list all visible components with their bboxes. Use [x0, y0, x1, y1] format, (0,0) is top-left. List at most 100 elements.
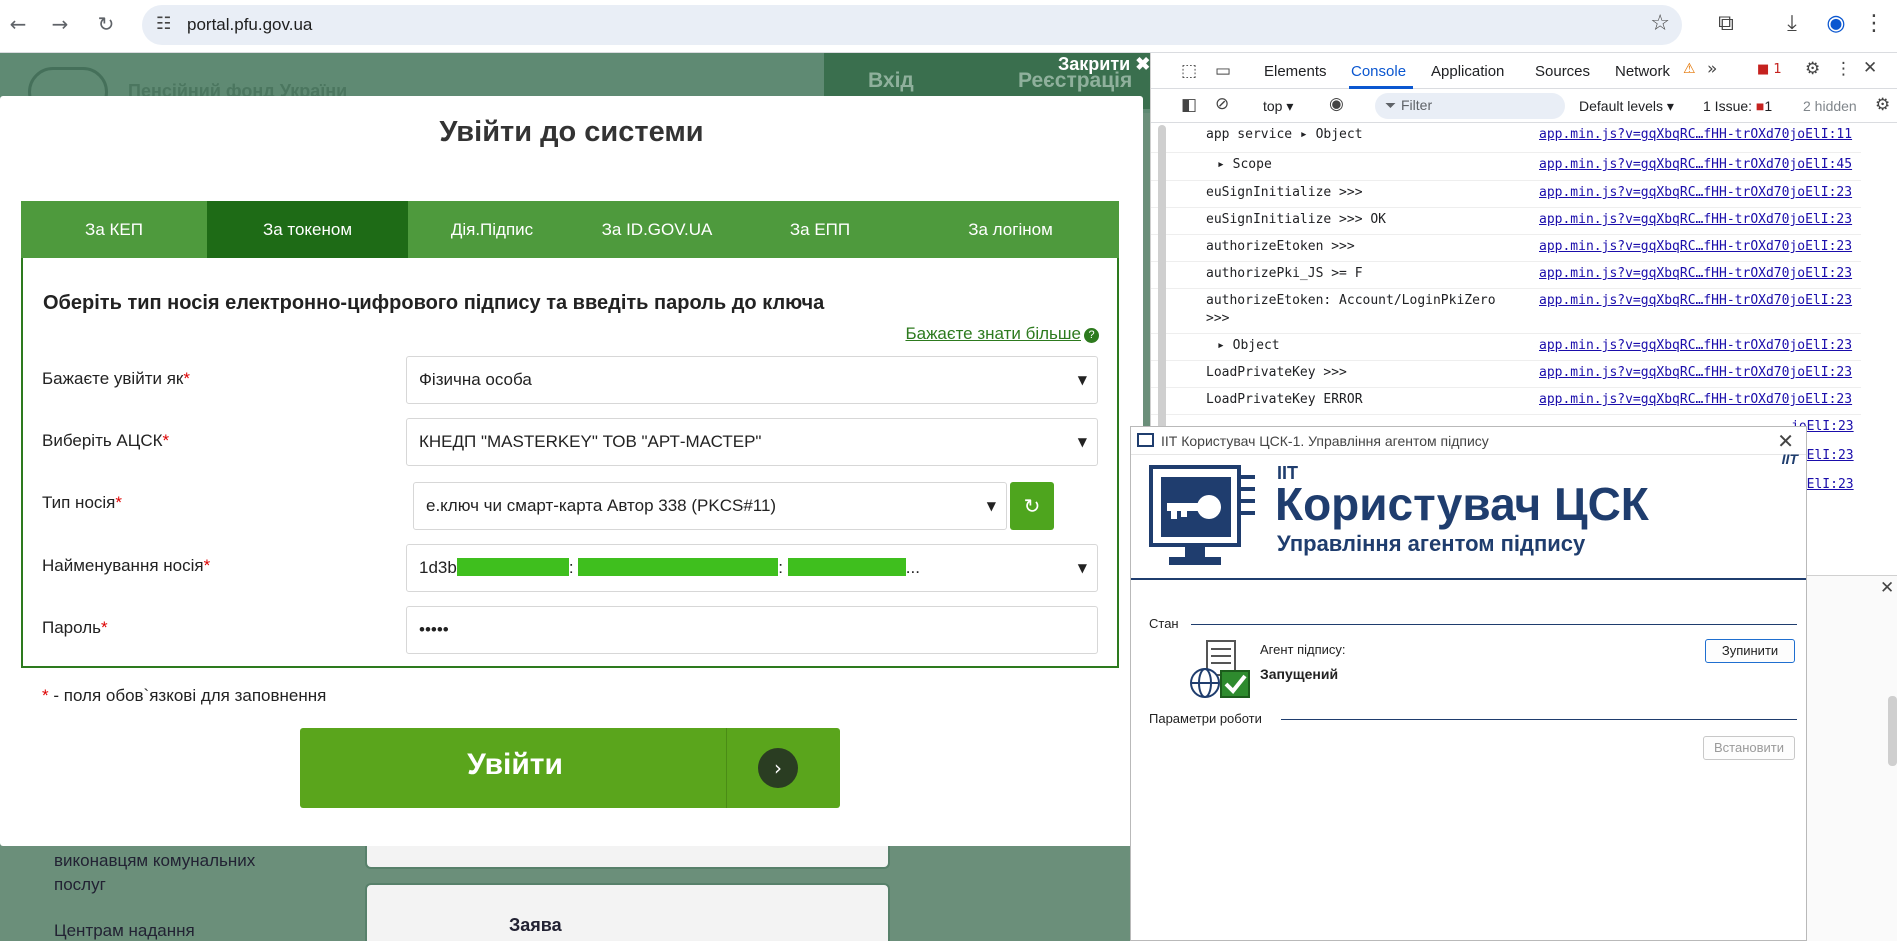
issue-badge-count: 1 — [1773, 62, 1782, 77]
drawer-scrollbar[interactable] — [1888, 696, 1897, 766]
browser-menu-icon[interactable]: ⋮ — [1860, 10, 1888, 38]
log-source-link[interactable]: app.min.js?v=gqXbqRC…fHH-trOXd70joElI:23 — [1539, 365, 1852, 380]
ellipsis: ... — [905, 558, 920, 577]
log-source-link[interactable]: app.min.js?v=gqXbqRC…fHH-trOXd70joElI:23 — [1539, 239, 1852, 254]
filter-placeholder: Filter — [1401, 97, 1433, 113]
more-tabs-icon[interactable]: » — [1707, 59, 1717, 79]
devtools-tabs: ⬚ ▭ Elements Console Application Sources… — [1151, 53, 1897, 89]
log-message: euSignInitialize >>> OK — [1206, 212, 1387, 227]
media-type-label-text: Тип носія — [42, 493, 116, 512]
submit-login-button[interactable]: Увійти › — [300, 728, 840, 808]
log-message[interactable]: ▸ Object — [1217, 338, 1280, 353]
close-devtools-icon[interactable]: ✕ — [1863, 58, 1877, 78]
downloads-icon[interactable]: ⤓ — [1778, 10, 1806, 38]
issues-text: 1 Issue: — [1703, 98, 1753, 114]
browser-toolbar: ← → ↻ ☷ portal.pfu.gov.ua ☆ ⧉ ⤓ ◉ ⋮ — [0, 0, 1897, 53]
tab-elements[interactable]: Elements — [1264, 63, 1327, 80]
tab-token[interactable]: За токеном — [207, 201, 408, 258]
sidebar-toggle-icon[interactable]: ◧ — [1181, 95, 1197, 115]
tab-sources[interactable]: Sources — [1535, 63, 1590, 80]
log-message: authorizeEtoken >>> — [1206, 239, 1355, 254]
log-source-link[interactable]: app.min.js?v=gqXbqRC…fHH-trOXd70joElI:23 — [1539, 212, 1852, 227]
clear-console-icon[interactable]: ⊘ — [1215, 94, 1229, 114]
media-name-select[interactable]: 1d3b: : ... ▼ — [406, 544, 1098, 592]
devtools-menu-icon[interactable]: ⋮ — [1835, 59, 1852, 79]
issue-badge[interactable]: ■ 1 — [1757, 62, 1782, 77]
iit-titlebar[interactable]: ІІТ Користувач ЦСК-1. Управління агентом… — [1131, 427, 1806, 455]
log-entry: ▸ Object app.min.js?v=gqXbqRC…fHH-trOXd7… — [1151, 334, 1861, 361]
bookmark-star-icon[interactable]: ☆ — [1650, 11, 1670, 36]
log-levels-select[interactable]: Default levels ▾ — [1579, 98, 1674, 115]
close-modal-button[interactable]: Закрити ✖ — [1058, 54, 1150, 75]
card-title: Заява — [509, 915, 562, 935]
sidebar-item-centers[interactable]: Центрам надання — [54, 919, 304, 941]
console-filter-input[interactable]: ⏷ Filter — [1375, 93, 1565, 119]
submit-label: Увійти — [467, 748, 563, 781]
tab-console[interactable]: Console — [1351, 63, 1406, 80]
tab-application[interactable]: Application — [1431, 63, 1504, 80]
back-icon[interactable]: ← — [6, 12, 30, 36]
eye-icon[interactable]: ◉ — [1329, 94, 1344, 114]
iit-window-title: ІІТ Користувач ЦСК-1. Управління агентом… — [1161, 433, 1489, 449]
tab-diia[interactable]: Дія.Підпис — [408, 201, 576, 258]
content-card[interactable]: Заява — [365, 883, 890, 941]
tab-network[interactable]: Network — [1615, 63, 1670, 80]
log-source-link[interactable]: app.min.js?v=gqXbqRC…fHH-trOXd70joElI:23 — [1539, 338, 1852, 353]
acsk-label: Виберіть АЦСК* — [42, 431, 170, 450]
log-entry: LoadPrivateKey >>> app.min.js?v=gqXbqRC…… — [1151, 361, 1861, 388]
log-message[interactable]: app service ▸ Object — [1206, 127, 1363, 142]
tab-id-gov[interactable]: За ID.GOV.UA — [576, 201, 738, 258]
log-source-link[interactable]: app.min.js?v=gqXbqRC…fHH-trOXd70joElI:45 — [1539, 157, 1852, 172]
log-source-link[interactable]: app.min.js?v=gqXbqRC…fHH-trOXd70joElI:23 — [1539, 266, 1852, 281]
tab-kep[interactable]: За КЕП — [21, 201, 207, 258]
log-message: authorizeEtoken: Account/LoginPkiZero — [1206, 293, 1496, 308]
agent-label: Агент підпису: — [1260, 642, 1346, 657]
log-source-link[interactable]: app.min.js?v=gqXbqRC…fHH-trOXd70joElI:23 — [1539, 185, 1852, 200]
log-message[interactable]: ▸ Scope — [1217, 157, 1272, 172]
log-source-link[interactable]: app.min.js?v=gqXbqRC…fHH-trOXd70joElI:23 — [1539, 392, 1852, 407]
sidebar-item-utilities[interactable]: виконавцям комунальних послуг — [54, 849, 304, 897]
tab-login[interactable]: За логіном — [902, 201, 1119, 258]
media-name-label: Найменування носія* — [42, 556, 211, 575]
password-input[interactable]: ••••• — [406, 606, 1098, 654]
media-name-prefix: 1d3b — [419, 558, 457, 577]
close-drawer-icon[interactable]: ✕ — [1880, 578, 1894, 598]
password-label: Пароль* — [42, 618, 108, 637]
login-as-select[interactable]: Фізична особа ▼ — [406, 356, 1098, 404]
log-source-link[interactable]: app.min.js?v=gqXbqRC…fHH-trOXd70joElI:23 — [1539, 293, 1852, 308]
media-type-select[interactable]: е.ключ чи смарт-карта Автор 338 (PKCS#11… — [413, 482, 1007, 530]
warning-icon: ⚠ — [1683, 61, 1696, 77]
stop-agent-button[interactable]: Зупинити — [1705, 639, 1795, 663]
acsk-label-text: Виберіть АЦСК — [42, 431, 163, 450]
log-entry: euSignInitialize >>> app.min.js?v=gqXbqR… — [1151, 181, 1861, 208]
extensions-icon[interactable]: ⧉ — [1712, 10, 1740, 38]
tab-epp[interactable]: За ЕПП — [738, 201, 902, 258]
key-monitor-icon — [1149, 465, 1255, 565]
site-info-icon[interactable]: ☷ — [156, 14, 171, 34]
close-icon[interactable]: ✕ — [1777, 429, 1794, 453]
log-source-link[interactable]: app.min.js?v=gqXbqRC…fHH-trOXd70joElI:11 — [1539, 127, 1852, 142]
chevron-down-icon: ▼ — [1077, 561, 1087, 575]
learn-more-link[interactable]: Бажаєте знати більше? — [905, 324, 1099, 344]
acsk-select[interactable]: КНЕДП "MASTERKEY" ТОВ "АРТ-МАСТЕР" ▼ — [406, 418, 1098, 466]
inspect-icon[interactable]: ⬚ — [1181, 61, 1197, 81]
install-button[interactable]: Встановити — [1703, 736, 1795, 760]
device-toolbar-icon[interactable]: ▭ — [1215, 61, 1231, 81]
console-settings-icon[interactable]: ⚙ — [1875, 95, 1890, 115]
button-divider — [726, 728, 727, 808]
chevron-down-icon: ▼ — [1077, 373, 1087, 387]
settings-gear-icon[interactable]: ⚙ — [1805, 59, 1820, 79]
reload-icon[interactable]: ↻ — [94, 12, 118, 36]
app-icon — [1137, 433, 1154, 447]
issues-link[interactable]: 1 Issue: ■1 — [1703, 98, 1772, 114]
address-bar[interactable]: ☷ portal.pfu.gov.ua ☆ — [142, 5, 1682, 45]
forward-icon[interactable]: → — [48, 12, 72, 36]
profile-icon[interactable]: ◉ — [1822, 10, 1850, 38]
chevron-down-icon: ▼ — [1077, 435, 1087, 449]
header-login-link[interactable]: Вхід — [868, 69, 914, 93]
context-select[interactable]: top ▾ — [1263, 98, 1293, 115]
brand-subtitle: Управління агентом підпису — [1277, 531, 1586, 556]
refresh-media-button[interactable]: ↻ — [1010, 482, 1054, 530]
refresh-icon: ↻ — [1023, 494, 1041, 518]
panel-heading: Оберіть тип носія електронно-цифрового п… — [43, 292, 825, 314]
